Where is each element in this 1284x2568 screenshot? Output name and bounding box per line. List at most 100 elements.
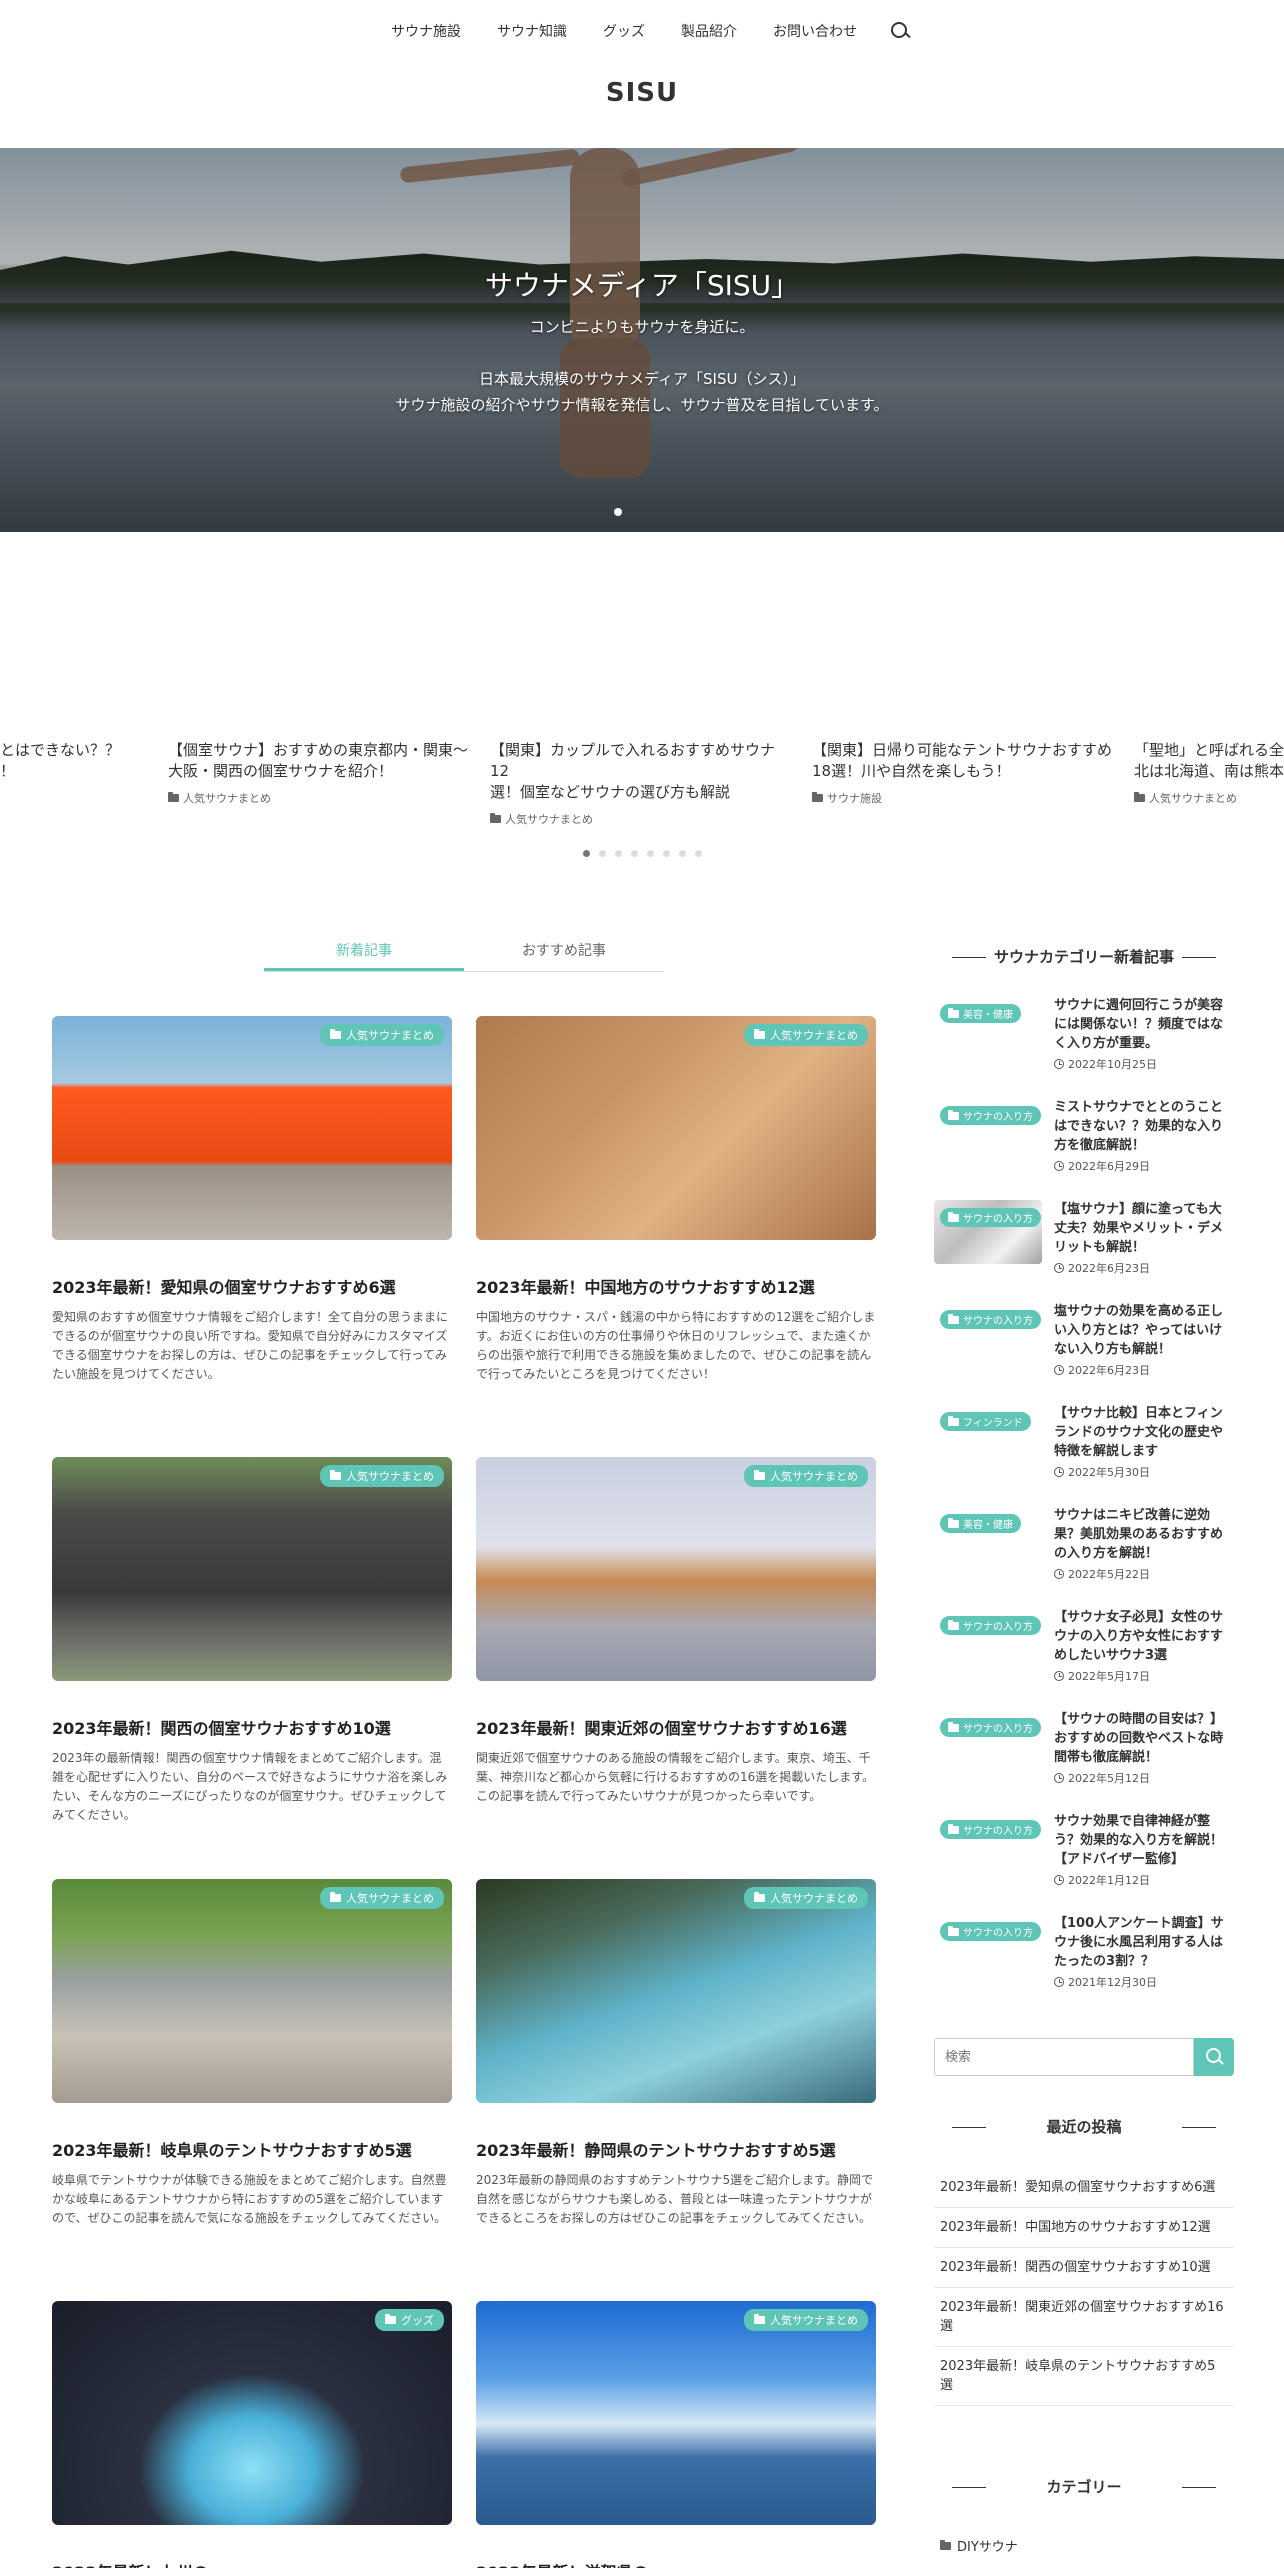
article-title[interactable]: 2023年最新！静岡県のテントサウナおすすめ5選	[476, 2137, 876, 2161]
sidebar-news-thumbnail[interactable]: サウナの入り方	[934, 1200, 1042, 1264]
article-title[interactable]: 2023年最新！関東近郊の個室サウナおすすめ16選	[476, 1715, 876, 1739]
sidebar-news-item[interactable]: 美容・健康 サウナに週何回行こうが美容には関係ない！？頻度ではなく入り方が重要。…	[934, 996, 1234, 1086]
tab-recommended-articles[interactable]: おすすめ記事	[464, 936, 664, 971]
article-card[interactable]: 人気サウナまとめ 2023年最新！滋賀県の	[476, 2301, 876, 2568]
carousel-item[interactable]: 【関東】日帰り可能なテントサウナおすすめ 18選！川や自然を楽しもう！ サウナ施…	[812, 740, 1112, 806]
article-category-badge[interactable]: 人気サウナまとめ	[744, 1024, 868, 1046]
article-title[interactable]: 2023年最新！岐阜県のテントサウナおすすめ5選	[52, 2137, 452, 2161]
sidebar-news-item[interactable]: サウナの入り方 ミストサウナでととのうことはできない？？効果的な入り方を徹底解説…	[934, 1098, 1234, 1188]
sidebar-news-thumbnail[interactable]: フィンランド	[934, 1404, 1042, 1468]
sidebar-news-title[interactable]: 【サウナ比較】日本とフィンランドのサウナ文化の歴史や特徴を解説します	[1054, 1404, 1234, 1461]
carousel-dot[interactable]	[630, 850, 638, 857]
sidebar-news-title[interactable]: 【塩サウナ】顔に塗っても大丈夫？効果やメリット・デメリットも解説！	[1054, 1200, 1234, 1257]
carousel-dot[interactable]	[678, 850, 686, 857]
recent-post-link[interactable]: 2023年最新！関東近郊の個室サウナおすすめ16選	[934, 2288, 1234, 2347]
nav-item-sauna-facilities[interactable]: サウナ施設	[373, 21, 479, 41]
sidebar-news-thumbnail[interactable]: サウナの入り方	[934, 1302, 1042, 1366]
sidebar-news-item[interactable]: フィンランド 【サウナ比較】日本とフィンランドのサウナ文化の歴史や特徴を解説しま…	[934, 1404, 1234, 1494]
article-category-badge[interactable]: 人気サウナまとめ	[320, 1887, 444, 1909]
sidebar-news-thumbnail[interactable]: サウナの入り方	[934, 1914, 1042, 1978]
article-title[interactable]: 2023年最新！関西の個室サウナおすすめ10選	[52, 1715, 452, 1739]
article-thumbnail[interactable]: 人気サウナまとめ	[52, 1457, 452, 1681]
sidebar-news-thumbnail[interactable]: 美容・健康	[934, 1506, 1042, 1570]
article-category-badge[interactable]: 人気サウナまとめ	[744, 2309, 868, 2331]
hero-slider-dot[interactable]	[614, 508, 622, 516]
carousel-item[interactable]: 【関東】カップルで入れるおすすめサウナ12 選！個室などサウナの選び方も解説 人…	[490, 740, 790, 827]
recent-post-link[interactable]: 2023年最新！関西の個室サウナおすすめ10選	[934, 2248, 1234, 2288]
sidebar-news-item[interactable]: サウナの入り方 塩サウナの効果を高める正しい入り方とは？やってはいけない入り方も…	[934, 1302, 1234, 1392]
sidebar-news-title[interactable]: サウナに週何回行こうが美容には関係ない！？頻度ではなく入り方が重要。	[1054, 996, 1234, 1053]
article-thumbnail[interactable]: 人気サウナまとめ	[52, 1879, 452, 2103]
sidebar-news-thumbnail[interactable]: 美容・健康	[934, 996, 1042, 1060]
sidebar-news-item[interactable]: サウナの入り方 サウナ効果で自律神経が整う？効果的な入り方を解説！【アドバイザー…	[934, 1812, 1234, 1902]
article-category-badge[interactable]: 人気サウナまとめ	[744, 1465, 868, 1487]
sidebar-news-title[interactable]: サウナはニキビ改善に逆効果？美肌効果のあるおすすめの入り方を解説！	[1054, 1506, 1234, 1563]
nav-item-products[interactable]: 製品紹介	[663, 21, 755, 41]
sidebar-news-title[interactable]: 【サウナの時間の目安は？】おすすめの回数やベストな時間帯も徹底解説！	[1054, 1710, 1234, 1767]
carousel-dot[interactable]	[582, 850, 590, 857]
nav-item-sauna-knowledge[interactable]: サウナ知識	[479, 21, 585, 41]
article-card[interactable]: 人気サウナまとめ 2023年最新！愛知県の個室サウナおすすめ6選 愛知県のおすす…	[52, 1016, 452, 1384]
article-title[interactable]: 2023年最新！九州の	[52, 2559, 452, 2568]
recent-post-link[interactable]: 2023年最新！岐阜県のテントサウナおすすめ5選	[934, 2347, 1234, 2406]
carousel-item-title[interactable]: 「聖地」と呼ばれる全国 北は北海道、南は熊本	[1134, 740, 1284, 782]
sidebar-news-thumbnail[interactable]: サウナの入り方	[934, 1098, 1042, 1162]
carousel-dot[interactable]	[646, 850, 654, 857]
carousel-item[interactable]: 【個室サウナ】おすすめの東京都内・関東～ 大阪・関西の個室サウナを紹介！ 人気サ…	[168, 740, 468, 806]
carousel-item-title[interactable]: 【関東】日帰り可能なテントサウナおすすめ 18選！川や自然を楽しもう！	[812, 740, 1112, 782]
carousel-dot[interactable]	[694, 850, 702, 857]
article-category-badge[interactable]: 人気サウナまとめ	[320, 1024, 444, 1046]
article-card[interactable]: 人気サウナまとめ 2023年最新！関東近郊の個室サウナおすすめ16選 関東近郊で…	[476, 1457, 876, 1806]
article-title[interactable]: 2023年最新！中国地方のサウナおすすめ12選	[476, 1274, 876, 1298]
carousel-item[interactable]: 「聖地」と呼ばれる全国 北は北海道、南は熊本 人気サウナまとめ	[1134, 740, 1284, 806]
article-thumbnail[interactable]: 人気サウナまとめ	[476, 1457, 876, 1681]
article-card[interactable]: グッズ 2023年最新！九州の	[52, 2301, 452, 2568]
tab-new-articles[interactable]: 新着記事	[264, 936, 464, 971]
carousel-dot[interactable]	[598, 850, 606, 857]
recent-post-link[interactable]: 2023年最新！中国地方のサウナおすすめ12選	[934, 2208, 1234, 2248]
article-category-badge[interactable]: グッズ	[375, 2309, 444, 2331]
sidebar-news-item[interactable]: サウナの入り方 【100人アンケート調査】サウナ後に水風呂利用する人はたったの3…	[934, 1914, 1234, 2004]
sidebar-category-news-heading: サウナカテゴリー新着記事	[934, 946, 1234, 967]
article-thumbnail[interactable]: 人気サウナまとめ	[476, 1879, 876, 2103]
search-icon[interactable]	[889, 20, 911, 42]
article-thumbnail[interactable]: 人気サウナまとめ	[476, 1016, 876, 1240]
sidebar-news-title[interactable]: 塩サウナの効果を高める正しい入り方とは？やってはいけない入り方も解説！	[1054, 1302, 1234, 1359]
sidebar-news-thumbnail[interactable]: サウナの入り方	[934, 1812, 1042, 1876]
sidebar-news-thumbnail[interactable]: サウナの入り方	[934, 1608, 1042, 1672]
sidebar-news-title[interactable]: サウナ効果で自律神経が整う？効果的な入り方を解説！【アドバイザー監修】	[1054, 1812, 1234, 1869]
article-thumbnail[interactable]: グッズ	[52, 2301, 452, 2525]
recent-post-link[interactable]: 2023年最新！愛知県の個室サウナおすすめ6選	[934, 2168, 1234, 2208]
sidebar-news-item[interactable]: サウナの入り方 【サウナ女子必見】女性のサウナの入り方や女性におすすめしたいサウ…	[934, 1608, 1234, 1698]
sidebar-news-title[interactable]: 【サウナ女子必見】女性のサウナの入り方や女性におすすめしたいサウナ3選	[1054, 1608, 1234, 1665]
sidebar-news-item[interactable]: サウナの入り方 【サウナの時間の目安は？】おすすめの回数やベストな時間帯も徹底解…	[934, 1710, 1234, 1800]
carousel-item-title[interactable]: 【関東】カップルで入れるおすすめサウナ12 選！個室などサウナの選び方も解説	[490, 740, 790, 803]
article-title[interactable]: 2023年最新！滋賀県の	[476, 2559, 876, 2568]
nav-item-contact[interactable]: お問い合わせ	[755, 21, 875, 41]
search-button[interactable]	[1194, 2038, 1234, 2076]
nav-item-goods[interactable]: グッズ	[585, 21, 663, 41]
carousel-category-label: 人気サウナまとめ	[183, 792, 271, 805]
article-thumbnail[interactable]: 人気サウナまとめ	[52, 1016, 452, 1240]
article-category-badge[interactable]: 人気サウナまとめ	[320, 1465, 444, 1487]
sidebar-news-thumbnail[interactable]: サウナの入り方	[934, 1710, 1042, 1774]
article-card[interactable]: 人気サウナまとめ 2023年最新！中国地方のサウナおすすめ12選 中国地方のサウ…	[476, 1016, 876, 1384]
folder-icon	[1134, 792, 1145, 802]
sidebar-news-title[interactable]: 【100人アンケート調査】サウナ後に水風呂利用する人はたったの3割？？	[1054, 1914, 1234, 1971]
sidebar-news-title[interactable]: ミストサウナでととのうことはできない？？効果的な入り方を徹底解説！	[1054, 1098, 1234, 1155]
badge-label: 人気サウナまとめ	[346, 1029, 434, 1042]
article-card[interactable]: 人気サウナまとめ 2023年最新！岐阜県のテントサウナおすすめ5選 岐阜県でテン…	[52, 1879, 452, 2228]
carousel-item-title[interactable]: 【個室サウナ】おすすめの東京都内・関東～ 大阪・関西の個室サウナを紹介！	[168, 740, 468, 782]
article-card[interactable]: 人気サウナまとめ 2023年最新！関西の個室サウナおすすめ10選 2023年の最…	[52, 1457, 452, 1825]
sidebar-search-input[interactable]	[934, 2038, 1194, 2076]
sidebar-news-item[interactable]: 美容・健康 サウナはニキビ改善に逆効果？美肌効果のあるおすすめの入り方を解説！ …	[934, 1506, 1234, 1596]
article-thumbnail[interactable]: 人気サウナまとめ	[476, 2301, 876, 2525]
carousel-dot[interactable]	[614, 850, 622, 857]
category-link[interactable]: DIYサウナ	[934, 2536, 1234, 2555]
carousel-dot[interactable]	[662, 850, 670, 857]
article-title[interactable]: 2023年最新！愛知県の個室サウナおすすめ6選	[52, 1274, 452, 1298]
article-card[interactable]: 人気サウナまとめ 2023年最新！静岡県のテントサウナおすすめ5選 2023年最…	[476, 1879, 876, 2228]
sidebar-news-item[interactable]: サウナの入り方 【塩サウナ】顔に塗っても大丈夫？効果やメリット・デメリットも解説…	[934, 1200, 1234, 1290]
site-logo[interactable]: SISU	[0, 78, 1284, 108]
article-category-badge[interactable]: 人気サウナまとめ	[744, 1887, 868, 1909]
